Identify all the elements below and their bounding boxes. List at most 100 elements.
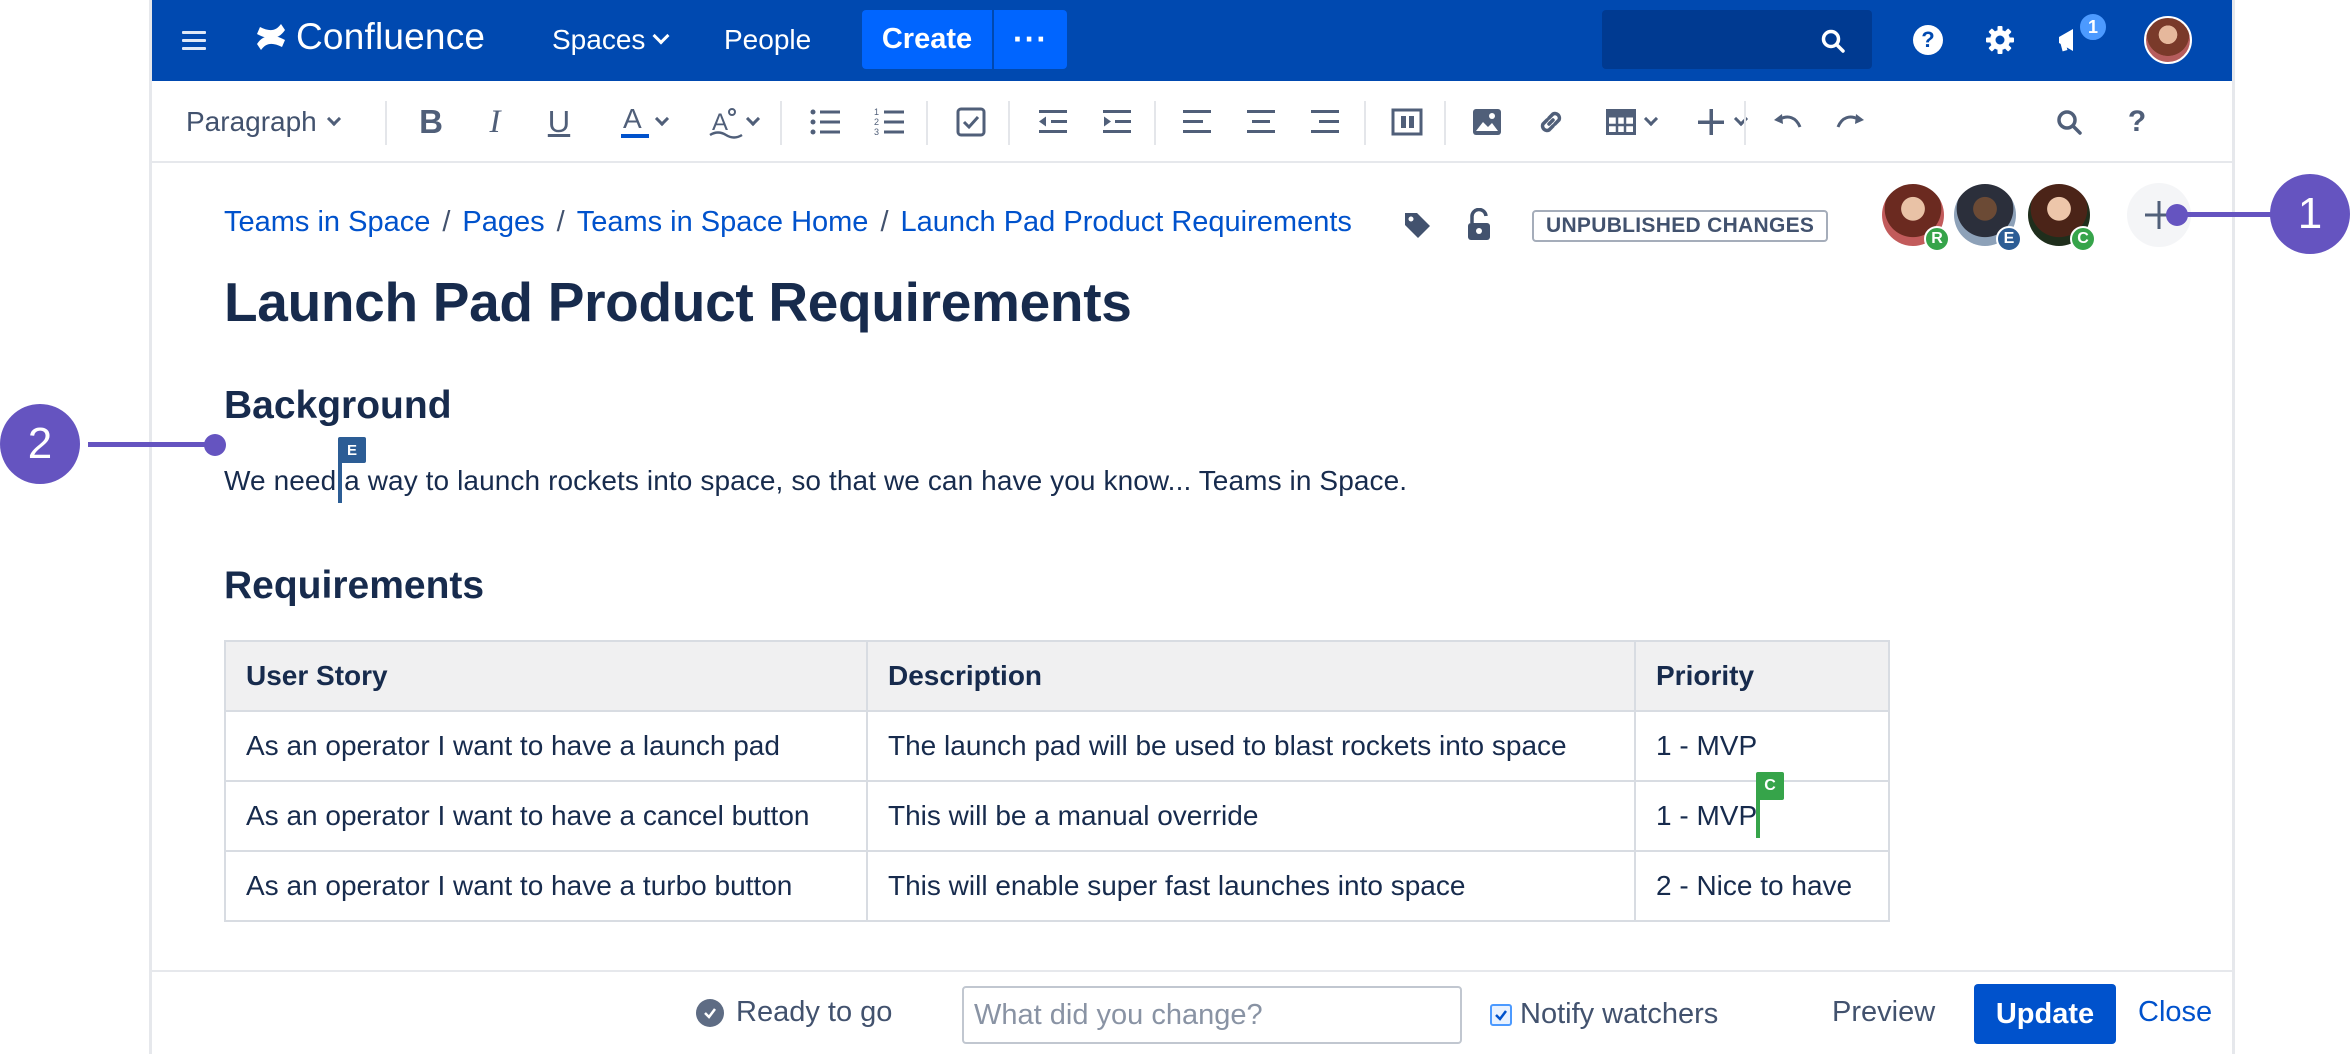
preview-button[interactable]: Preview bbox=[1832, 996, 1935, 1029]
requirements-table[interactable]: User Story Description Priority As an op… bbox=[224, 640, 1890, 922]
page-layout-icon[interactable] bbox=[1384, 99, 1430, 145]
table-cell[interactable]: This will be a manual override bbox=[866, 780, 1636, 852]
editor-window: Confluence Spaces People Create ··· ? 1 … bbox=[152, 0, 2232, 1054]
paragraph-style-select[interactable]: Paragraph bbox=[186, 99, 341, 145]
bold-icon[interactable]: B bbox=[408, 99, 454, 145]
cursor-flag: C bbox=[1756, 772, 1784, 800]
spaces-menu[interactable]: Spaces bbox=[552, 24, 670, 56]
toolbar-divider bbox=[1154, 101, 1156, 145]
change-comment-input[interactable] bbox=[962, 986, 1462, 1044]
chevron-down-icon bbox=[654, 111, 670, 127]
background-paragraph[interactable]: We need a way to launch rockets into spa… bbox=[224, 465, 1407, 497]
svg-text:3: 3 bbox=[874, 127, 879, 137]
page-title[interactable]: Launch Pad Product Requirements bbox=[224, 270, 1132, 334]
table-cell[interactable]: 1 - MVP bbox=[1634, 710, 1890, 782]
insert-link-icon[interactable] bbox=[1528, 99, 1574, 145]
align-left-icon[interactable] bbox=[1174, 99, 1220, 145]
toolbar-divider bbox=[385, 101, 387, 145]
numbered-list-icon[interactable]: 123 bbox=[866, 99, 912, 145]
collaborator-initial: R bbox=[1924, 226, 1950, 252]
collaborator-avatar[interactable]: C bbox=[2028, 184, 2096, 252]
underline-icon[interactable]: U bbox=[536, 99, 582, 145]
insert-more-button[interactable] bbox=[1682, 99, 1760, 145]
top-navigation: Confluence Spaces People Create ··· ? 1 bbox=[152, 0, 2232, 81]
align-center-icon[interactable] bbox=[1238, 99, 1284, 145]
people-link[interactable]: People bbox=[724, 24, 811, 56]
toolbar-divider bbox=[780, 101, 782, 145]
requirements-heading[interactable]: Requirements bbox=[224, 564, 484, 608]
italic-icon[interactable]: I bbox=[472, 99, 518, 145]
table-cell[interactable]: As an operator I want to have a launch p… bbox=[224, 710, 868, 782]
redo-icon[interactable] bbox=[1828, 99, 1874, 145]
column-header[interactable]: User Story bbox=[224, 640, 868, 712]
update-button[interactable]: Update bbox=[1974, 984, 2116, 1044]
column-header[interactable]: Priority bbox=[1634, 640, 1890, 712]
confluence-logo[interactable]: Confluence bbox=[254, 16, 485, 58]
toolbar-divider bbox=[1444, 101, 1446, 145]
search-input[interactable] bbox=[1602, 10, 1872, 69]
collaborator-avatar[interactable]: E bbox=[1954, 184, 2022, 252]
bullet-list-icon[interactable] bbox=[802, 99, 848, 145]
table-row: As an operator I want to have a launch p… bbox=[224, 710, 1890, 782]
callout-marker: 1 bbox=[2270, 174, 2350, 254]
unlock-icon[interactable] bbox=[1464, 207, 1494, 247]
notification-count-badge: 1 bbox=[2078, 12, 2108, 42]
toolbar-divider bbox=[1364, 101, 1366, 145]
spaces-label: Spaces bbox=[552, 24, 646, 55]
ready-status[interactable]: Ready to go bbox=[696, 996, 892, 1029]
cursor-caret bbox=[1756, 800, 1760, 838]
menu-icon[interactable] bbox=[182, 26, 206, 52]
table-cell[interactable]: This will enable super fast launches int… bbox=[866, 850, 1636, 922]
notify-watchers-checkbox[interactable]: Notify watchers bbox=[1490, 998, 1718, 1031]
check-circle-icon bbox=[696, 998, 724, 1027]
indent-icon[interactable] bbox=[1094, 99, 1140, 145]
find-replace-icon[interactable] bbox=[2046, 99, 2092, 145]
collaborator-avatar[interactable]: R bbox=[1882, 184, 1950, 252]
editor-footer: Ready to go Notify watchers Preview Upda… bbox=[152, 970, 2232, 1054]
user-avatar[interactable] bbox=[2144, 16, 2192, 64]
column-header[interactable]: Description bbox=[866, 640, 1636, 712]
breadcrumb-separator: / bbox=[442, 206, 451, 238]
text-color-button[interactable]: A bbox=[604, 99, 678, 145]
breadcrumb-link[interactable]: Pages bbox=[462, 206, 544, 239]
insert-image-icon[interactable] bbox=[1464, 99, 1510, 145]
table-cell[interactable]: 2 - Nice to have bbox=[1634, 850, 1890, 922]
help-icon[interactable]: ? bbox=[1908, 20, 1948, 60]
toolbar-divider bbox=[1744, 101, 1746, 145]
callout-line bbox=[88, 442, 212, 447]
settings-gear-icon[interactable] bbox=[1980, 20, 2020, 60]
breadcrumb-link[interactable]: Launch Pad Product Requirements bbox=[901, 206, 1352, 239]
table-row: As an operator I want to have a cancel b… bbox=[224, 780, 1890, 852]
search-icon bbox=[1821, 29, 1845, 53]
align-right-icon[interactable] bbox=[1302, 99, 1348, 145]
insert-table-button[interactable] bbox=[1592, 99, 1670, 145]
label-tag-icon[interactable] bbox=[1402, 210, 1432, 245]
toolbar-divider bbox=[926, 101, 928, 145]
create-button[interactable]: Create bbox=[862, 10, 992, 69]
paragraph-style-label: Paragraph bbox=[186, 106, 317, 137]
breadcrumb-separator: / bbox=[880, 206, 889, 238]
table-cell[interactable]: As an operator I want to have a turbo bu… bbox=[224, 850, 868, 922]
outdent-icon[interactable] bbox=[1030, 99, 1076, 145]
callout-marker: 2 bbox=[0, 404, 80, 484]
breadcrumb-link[interactable]: Teams in Space Home bbox=[577, 206, 869, 239]
table-cell[interactable]: As an operator I want to have a cancel b… bbox=[224, 780, 868, 852]
close-button[interactable]: Close bbox=[2138, 996, 2212, 1029]
task-list-icon[interactable] bbox=[948, 99, 994, 145]
text-color-icon: A bbox=[621, 103, 649, 138]
checkbox-checked-icon bbox=[1490, 1003, 1512, 1026]
status-badge: UNPUBLISHED CHANGES bbox=[1532, 210, 1829, 242]
callout-dot bbox=[2166, 204, 2188, 226]
collaborator-cursor: C bbox=[1756, 772, 1784, 838]
create-more-button[interactable]: ··· bbox=[994, 10, 1067, 69]
paragraph-text-part: We need bbox=[224, 465, 337, 496]
background-heading[interactable]: Background bbox=[224, 384, 452, 428]
undo-icon[interactable] bbox=[1764, 99, 1810, 145]
chevron-down-icon bbox=[326, 111, 341, 127]
text-formatting-menu[interactable]: A bbox=[692, 99, 772, 145]
editor-toolbar: Paragraph B I U A A 1 2 3 ? bbox=[152, 81, 2232, 163]
keyboard-shortcuts-help-icon[interactable]: ? bbox=[2114, 99, 2160, 145]
table-cell[interactable]: The launch pad will be used to blast roc… bbox=[866, 710, 1636, 782]
breadcrumb-link[interactable]: Teams in Space bbox=[224, 206, 430, 239]
toolbar-divider bbox=[1008, 101, 1010, 145]
